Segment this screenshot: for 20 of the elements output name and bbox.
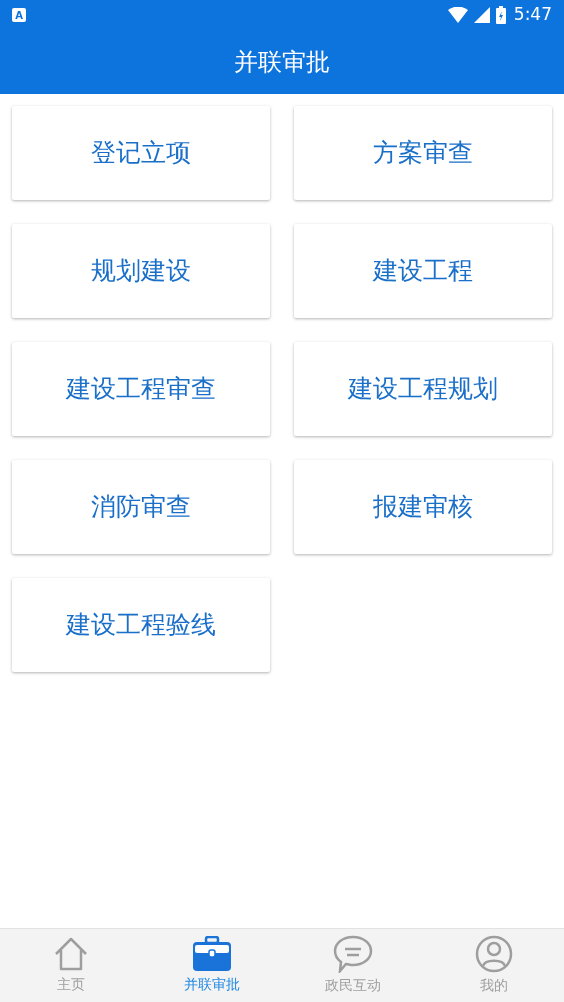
notification-icon: A (12, 8, 26, 22)
category-tile[interactable]: 规划建设 (12, 224, 270, 318)
category-tile[interactable]: 建设工程 (294, 224, 552, 318)
page-title: 并联审批 (234, 47, 330, 78)
category-tile[interactable]: 方案审查 (294, 106, 552, 200)
battery-icon (495, 6, 506, 24)
wifi-icon (447, 7, 468, 23)
category-tile[interactable]: 建设工程审查 (12, 342, 270, 436)
briefcase-icon (191, 936, 232, 972)
category-tile[interactable]: 登记立项 (12, 106, 270, 200)
category-tile[interactable]: 消防审查 (12, 460, 270, 554)
chat-icon (332, 935, 373, 973)
profile-icon (474, 935, 513, 973)
signal-icon (473, 7, 490, 23)
category-tile[interactable]: 报建审核 (294, 460, 552, 554)
category-tile[interactable]: 建设工程验线 (12, 578, 270, 672)
nav-tab[interactable]: 主页 (0, 929, 141, 1002)
category-tile[interactable]: 建设工程规划 (294, 342, 552, 436)
nav-tab[interactable]: 并联审批 (141, 929, 282, 1002)
status-time: 5:47 (513, 3, 552, 27)
